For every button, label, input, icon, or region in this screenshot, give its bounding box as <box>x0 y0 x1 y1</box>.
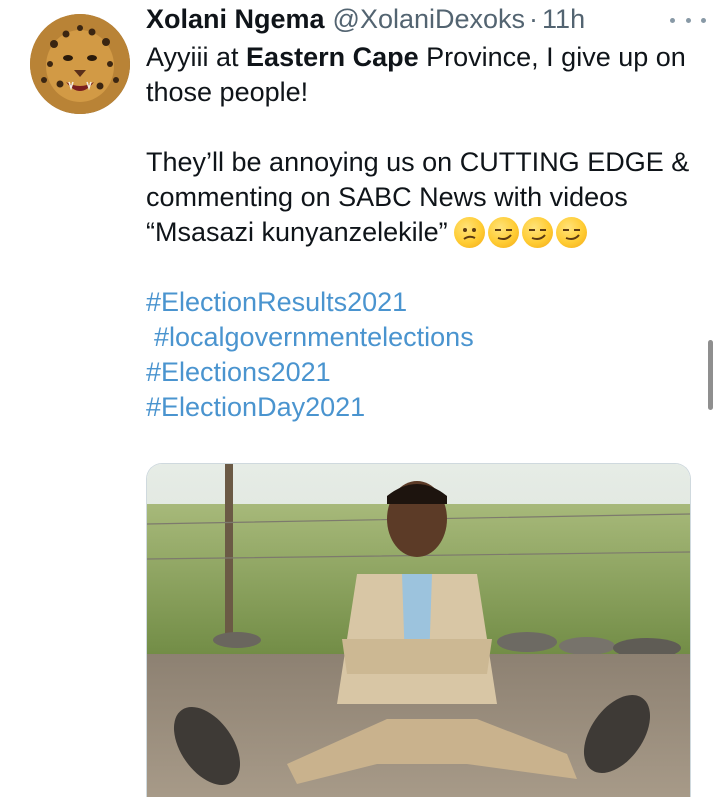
hashtag-link[interactable]: #localgovernmentelections <box>146 320 706 355</box>
leopard-avatar-icon <box>30 14 130 114</box>
tweet-media-photo[interactable] <box>146 463 691 797</box>
smirking-face-icon <box>555 217 587 248</box>
smirking-face-icon <box>521 217 553 248</box>
handle[interactable]: @XolaniDexoks <box>333 4 526 35</box>
tweet[interactable]: Xolani Ngema @XolaniDexoks · 11h Ayyiii … <box>0 0 720 797</box>
text-segment: Ayyiii at <box>146 42 247 72</box>
tweet-text: Ayyiii at Eastern Cape Province, I give … <box>146 40 706 425</box>
tweet-line-2: They’ll be annoying us on CUTTING EDGE &… <box>146 145 706 250</box>
more-dot <box>701 17 706 23</box>
photo-man-sitting-on-ground <box>147 464 690 797</box>
timestamp[interactable]: 11h <box>542 4 585 35</box>
hashtag-link[interactable]: #ElectionResults2021 <box>146 285 706 320</box>
text-segment: They’ll be annoying us on CUTTING EDGE &… <box>146 147 690 247</box>
separator-dot: · <box>529 4 539 34</box>
confused-face-icon <box>453 217 485 248</box>
hashtag-link[interactable]: #ElectionDay2021 <box>146 390 706 425</box>
display-name[interactable]: Xolani Ngema <box>146 4 325 35</box>
smirking-face-icon <box>487 217 519 248</box>
more-horizontal-icon[interactable] <box>670 8 706 32</box>
emoji-row <box>453 217 587 248</box>
scrollbar[interactable] <box>708 340 713 410</box>
more-dot <box>685 17 691 23</box>
bold-location: Eastern Cape <box>246 42 419 72</box>
avatar[interactable] <box>30 14 130 114</box>
tweet-header: Xolani Ngema @XolaniDexoks · 11h <box>146 4 700 40</box>
more-dot <box>670 17 675 23</box>
tweet-line-1: Ayyiii at Eastern Cape Province, I give … <box>146 40 706 110</box>
hashtag-link[interactable]: #Elections2021 <box>146 355 706 390</box>
